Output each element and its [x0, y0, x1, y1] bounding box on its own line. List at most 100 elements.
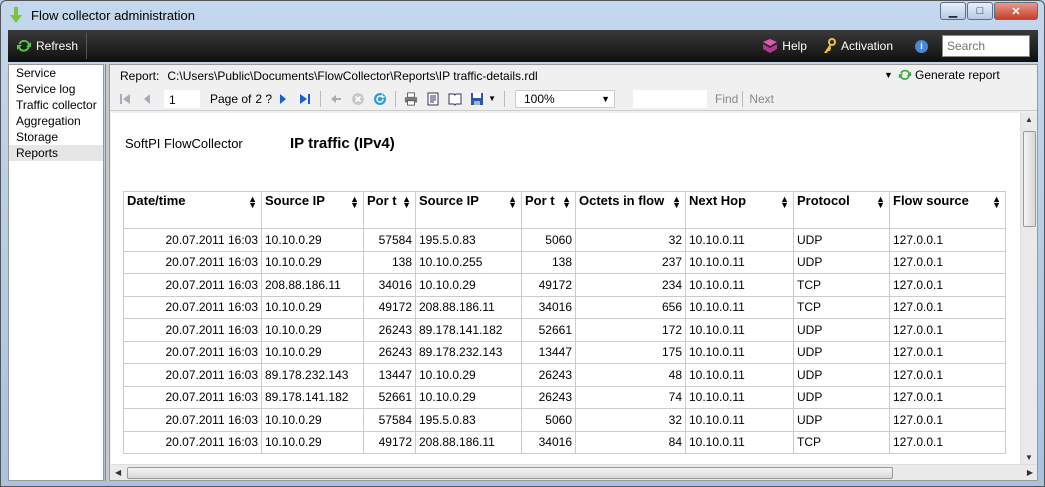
sort-icon[interactable]: ▲ ▼	[780, 195, 789, 210]
sort-icon[interactable]: ▲ ▼	[876, 195, 885, 210]
zoom-select[interactable]: 100% ▼	[514, 89, 615, 108]
table-cell: 89.178.141.182	[415, 318, 522, 342]
column-header[interactable]: Date/time ▲ ▼	[123, 191, 262, 229]
table-cell: 208.88.186.11	[415, 430, 522, 454]
column-header[interactable]: Por t ▲ ▼	[521, 191, 576, 229]
table-cell: 10.10.0.255	[415, 250, 522, 274]
last-page-icon[interactable]	[298, 92, 312, 106]
table-cell: 10.10.0.11	[685, 363, 794, 387]
scroll-up-icon[interactable]: ▲	[1025, 115, 1033, 124]
info-icon[interactable]: i	[915, 39, 928, 53]
table-cell: UDP	[793, 228, 890, 252]
table-cell: 48	[575, 363, 686, 387]
scroll-left-icon[interactable]: ◀	[115, 468, 121, 477]
sidebar-item-storage[interactable]: Storage	[9, 129, 103, 145]
report-brand: SoftPI FlowCollector	[125, 136, 243, 151]
column-header-label: Por t	[367, 193, 397, 208]
sidebar-item-service-log[interactable]: Service log	[9, 81, 103, 97]
sort-icon[interactable]: ▲ ▼	[402, 195, 411, 210]
page-total: 2 ?	[255, 91, 273, 106]
table-cell: 26243	[521, 385, 576, 409]
horizontal-scroll-thumb[interactable]	[127, 467, 893, 479]
sidebar-item-service[interactable]: Service	[9, 65, 103, 81]
first-page-icon[interactable]	[118, 92, 132, 106]
table-cell: 127.0.0.1	[889, 408, 1006, 432]
table-row: 20.07.2011 16:03 10.10.0.29 138 10.10.0.255…	[123, 250, 1006, 274]
table-cell: 127.0.0.1	[889, 295, 1006, 319]
table-cell: 10.10.0.11	[685, 228, 794, 252]
export-dropdown-icon[interactable]: ▼	[488, 94, 496, 103]
print-icon[interactable]	[404, 91, 418, 106]
table-cell: 20.07.2011 16:03	[123, 295, 262, 319]
export-icon[interactable]	[470, 92, 484, 106]
sort-icon[interactable]: ▲ ▼	[992, 195, 1001, 210]
column-header[interactable]: Source IP ▲ ▼	[261, 191, 364, 229]
report-path-select[interactable]: C:\Users\Public\Documents\FlowCollector\…	[167, 69, 537, 83]
table-cell: 32	[575, 228, 686, 252]
scroll-right-icon[interactable]: ▶	[1027, 468, 1033, 477]
column-header[interactable]: Octets in flow ▲ ▼	[575, 191, 686, 229]
table-cell: 52661	[521, 318, 576, 342]
sidebar-item-aggregation[interactable]: Aggregation	[9, 113, 103, 129]
sidebar-item-traffic-collector[interactable]: Traffic collector	[9, 97, 103, 113]
table-cell: 127.0.0.1	[889, 385, 1006, 409]
vertical-scrollbar[interactable]: ▲ ▼	[1020, 113, 1037, 464]
find-button[interactable]: Find	[715, 92, 738, 106]
table-cell: 195.5.0.83	[415, 228, 522, 252]
column-header[interactable]: Protocol ▲ ▼	[793, 191, 890, 229]
minimize-button[interactable]: ▁	[940, 2, 966, 20]
find-next-button[interactable]: Next	[749, 92, 774, 106]
maximize-button[interactable]: □	[967, 2, 993, 20]
refresh-button[interactable]: Refresh	[8, 30, 86, 62]
close-button[interactable]: ✕	[994, 2, 1038, 20]
table-cell: 127.0.0.1	[889, 363, 1006, 387]
chevron-down-icon[interactable]: ▼	[884, 70, 893, 80]
page-setup-icon[interactable]	[448, 92, 462, 106]
table-row: 20.07.2011 16:03 10.10.0.29 26243 89.178.23…	[123, 340, 1006, 364]
table-cell: 74	[575, 385, 686, 409]
print-layout-icon[interactable]	[426, 92, 440, 106]
find-input[interactable]	[632, 89, 707, 108]
scroll-down-icon[interactable]: ▼	[1025, 453, 1033, 462]
table-cell: 234	[575, 273, 686, 297]
table-cell: 10.10.0.11	[685, 250, 794, 274]
back-icon[interactable]	[329, 92, 343, 106]
sort-icon[interactable]: ▲ ▼	[672, 195, 681, 210]
column-header[interactable]: Por t ▲ ▼	[363, 191, 416, 229]
table-cell: 10.10.0.11	[685, 430, 794, 454]
table-cell: 20.07.2011 16:03	[123, 228, 262, 252]
traffic-table: Date/time ▲ ▼ Source IP ▲ ▼ Por t ▲ ▼ Source IP ▲ ▼…	[123, 191, 1006, 454]
column-header[interactable]: Next Hop ▲ ▼	[685, 191, 794, 229]
table-cell: 89.178.232.143	[415, 340, 522, 364]
table-cell: 656	[575, 295, 686, 319]
sort-icon[interactable]: ▲ ▼	[562, 195, 571, 210]
table-cell: 10.10.0.11	[685, 273, 794, 297]
window-title: Flow collector administration	[31, 7, 196, 23]
generate-report-button[interactable]: Generate report	[898, 68, 1000, 82]
column-header[interactable]: Flow source ▲ ▼	[889, 191, 1006, 229]
key-icon	[823, 38, 836, 53]
report-pane: Report: C:\Users\Public\Documents\FlowCo…	[109, 64, 1038, 481]
sort-icon[interactable]: ▲ ▼	[248, 195, 257, 210]
next-page-icon[interactable]	[276, 92, 290, 106]
prev-page-icon[interactable]	[140, 92, 154, 106]
sidebar-item-reports[interactable]: Reports	[9, 145, 103, 161]
table-cell: 26243	[363, 318, 416, 342]
table-header-row: Date/time ▲ ▼ Source IP ▲ ▼ Por t ▲ ▼ Source IP ▲ ▼…	[123, 191, 1006, 229]
sort-icon[interactable]: ▲ ▼	[508, 195, 517, 210]
page-number-input[interactable]: 1	[164, 89, 200, 108]
sort-icon[interactable]: ▲ ▼	[350, 195, 359, 210]
vertical-scroll-thumb[interactable]	[1023, 131, 1036, 227]
refresh-report-icon[interactable]	[373, 92, 387, 106]
report-title: IP traffic (IPv4)	[290, 135, 395, 152]
horizontal-scrollbar[interactable]: ◀ ▶	[111, 464, 1037, 480]
stop-icon[interactable]	[351, 92, 365, 106]
search-input[interactable]	[942, 35, 1030, 57]
help-button[interactable]: Help	[754, 30, 815, 62]
table-cell: 20.07.2011 16:03	[123, 250, 262, 274]
table-cell: UDP	[793, 318, 890, 342]
column-header[interactable]: Source IP ▲ ▼	[415, 191, 522, 229]
table-cell: 127.0.0.1	[889, 318, 1006, 342]
activation-button[interactable]: Activation	[815, 30, 901, 62]
table-cell: UDP	[793, 340, 890, 364]
